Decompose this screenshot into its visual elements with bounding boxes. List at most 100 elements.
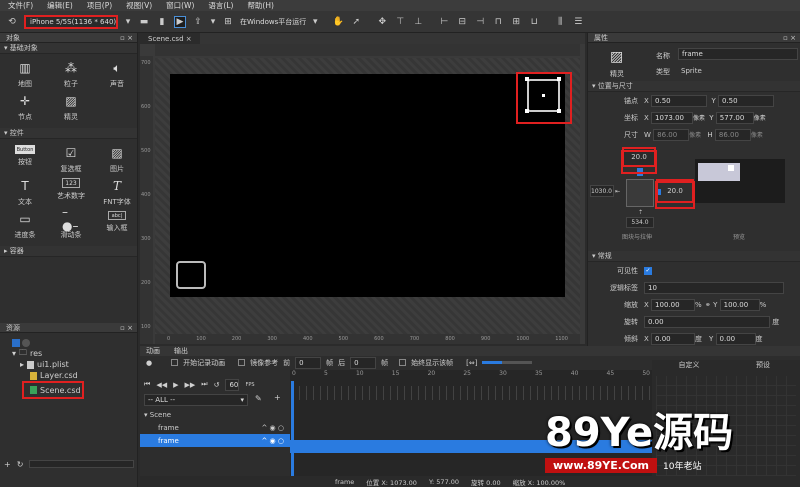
onion-checkbox[interactable] xyxy=(238,359,246,366)
align-center-icon[interactable]: ✥ xyxy=(376,16,388,28)
menu-file[interactable]: 文件(F) xyxy=(8,0,33,11)
control-fnt[interactable]: T FNT字体 xyxy=(96,178,138,207)
basic-objects-section[interactable]: ▾ 基础对象 xyxy=(0,43,137,54)
control-image[interactable]: ▨ 图片 xyxy=(96,145,138,174)
edit-icon[interactable]: ✎ xyxy=(255,394,262,403)
add-icon[interactable]: + xyxy=(274,393,281,402)
after-input[interactable]: 0 xyxy=(350,356,377,369)
size-h-input[interactable]: 86.00 xyxy=(714,128,751,141)
resize-handle[interactable] xyxy=(557,77,561,81)
controls-section[interactable]: ▾ 控件 xyxy=(0,128,137,139)
layer-row-scene[interactable]: ▾ Scene xyxy=(140,408,290,421)
link-icon[interactable]: ⚭ xyxy=(705,301,711,309)
resize-handle[interactable] xyxy=(557,109,561,113)
tree-item-layer[interactable]: Layer.csd xyxy=(12,370,137,381)
align-vbottom-icon[interactable]: ⊔ xyxy=(528,16,540,28)
tree-item-res[interactable]: ▾ 🗀︎ res xyxy=(12,348,137,359)
dropdown-arrow-icon[interactable]: ▾ xyxy=(124,16,132,28)
playhead[interactable] xyxy=(291,381,294,487)
tab-preset[interactable]: 预设 xyxy=(726,360,800,372)
layer-visibility-icon[interactable]: ^ ◉ ○ xyxy=(261,437,284,445)
next-frame-icon[interactable]: ▶▶ xyxy=(184,381,195,389)
object-sprite[interactable]: ▨ 精灵 xyxy=(50,93,92,122)
publish-dropdown-icon[interactable]: ▾ xyxy=(210,16,216,28)
size-unit[interactable]: 像素 xyxy=(751,130,763,139)
margin-bottom-input[interactable]: 534.0 xyxy=(626,217,654,228)
rotate-device-icon[interactable]: ⟲ xyxy=(6,16,18,28)
align-hcenter-icon[interactable]: ⊟ xyxy=(456,16,468,28)
control-artnum[interactable]: 123 艺术数字 xyxy=(50,178,92,207)
pointer-icon[interactable]: ➚ xyxy=(350,16,362,28)
control-slider[interactable]: –●– 滑动条 xyxy=(50,205,92,240)
tab-scene-csd[interactable]: Scene.csd × xyxy=(140,33,200,44)
pos-unit[interactable]: 像素 xyxy=(693,113,707,122)
pos-x-input[interactable]: 1073.00 xyxy=(651,111,694,124)
control-input[interactable]: abc| 输入框 xyxy=(96,211,138,240)
play-icon[interactable]: ▶ xyxy=(173,381,178,389)
object-sound[interactable]: 🔈︎ 声音 xyxy=(96,60,138,89)
name-input[interactable]: frame xyxy=(678,48,798,60)
size-unit[interactable]: 像素 xyxy=(689,130,705,139)
pin-bottom-icon[interactable]: ⇡ xyxy=(638,209,643,216)
control-progressbar[interactable]: ▭ 进度条 xyxy=(4,211,46,240)
tree-item-scene[interactable]: Scene.csd xyxy=(22,381,84,399)
before-input[interactable]: 0 xyxy=(295,356,322,369)
frame-sprite-selected[interactable] xyxy=(527,79,560,112)
rotate-input[interactable]: 0.00 xyxy=(644,315,770,328)
resize-handle[interactable] xyxy=(525,77,529,81)
object-map[interactable]: ▥ 地图 xyxy=(4,60,46,89)
tag-input[interactable]: 10 xyxy=(644,281,784,294)
panel-close-icon[interactable]: ▫ × xyxy=(783,34,796,42)
tab-custom[interactable]: 自定义 xyxy=(652,360,726,372)
hand-icon[interactable]: ✋ xyxy=(332,16,344,28)
prev-frame-icon[interactable]: ◀◀ xyxy=(156,381,167,389)
close-icon[interactable]: × xyxy=(186,35,192,43)
resource-search-input[interactable] xyxy=(29,460,134,468)
bracket-icon[interactable]: [⇔] xyxy=(466,359,477,367)
control-button[interactable]: Button 按钮 xyxy=(4,145,46,174)
distribute-h-icon[interactable]: ⫼ xyxy=(554,16,566,28)
refresh-icon[interactable]: ↻ xyxy=(17,460,24,469)
fps-input[interactable]: 60 xyxy=(225,378,240,391)
object-node[interactable]: ✛ 节点 xyxy=(4,93,46,122)
publish-icon[interactable]: ⇪ xyxy=(192,16,204,28)
anchor-point[interactable] xyxy=(542,94,545,97)
anchor-y-input[interactable]: 0.50 xyxy=(718,94,774,107)
scene-stage[interactable] xyxy=(170,74,565,297)
visible-checkbox[interactable]: ✓ xyxy=(644,266,652,275)
scale-y-input[interactable]: 100.00 xyxy=(719,298,760,311)
tab-animation[interactable]: 动画 xyxy=(146,346,160,356)
layer-row-frame-selected[interactable]: frame ^ ◉ ○ xyxy=(140,434,290,447)
resize-handle[interactable] xyxy=(525,109,529,113)
container-section[interactable]: ▸ 容器 xyxy=(0,246,137,257)
layer-row-frame[interactable]: frame ^ ◉ ○ xyxy=(140,421,290,434)
align-vtop-icon[interactable]: ⊓ xyxy=(492,16,504,28)
portrait-icon[interactable]: ▮ xyxy=(156,16,168,28)
tab-output[interactable]: 输出 xyxy=(174,346,188,356)
pos-unit[interactable]: 像素 xyxy=(754,113,766,122)
anchor-x-input[interactable]: 0.50 xyxy=(651,94,708,107)
first-frame-icon[interactable]: ⏮ xyxy=(144,380,150,389)
last-frame-icon[interactable]: ⏭ xyxy=(201,380,207,389)
skew-x-input[interactable]: 0.00 xyxy=(651,332,696,345)
layer-visibility-icon[interactable]: ^ ◉ ○ xyxy=(261,424,284,432)
run-dropdown-icon[interactable]: ▾ xyxy=(312,16,318,28)
device-select[interactable]: iPhone 5/5S(1136 * 640) xyxy=(24,14,118,29)
align-bottom-icon[interactable]: ⊥ xyxy=(412,16,424,28)
panel-close-icon[interactable]: ▫ × xyxy=(120,34,133,42)
always-checkbox[interactable] xyxy=(399,359,407,366)
margin-left-input[interactable]: 1030.0 xyxy=(590,185,614,197)
zoom-slider[interactable] xyxy=(482,361,533,364)
play-icon[interactable]: ▶ xyxy=(174,15,186,28)
menu-language[interactable]: 语言(L) xyxy=(208,0,233,11)
skew-y-input[interactable]: 0.00 xyxy=(715,332,756,345)
landscape-icon[interactable]: ▬ xyxy=(138,16,150,28)
size-w-input[interactable]: 86.00 xyxy=(653,128,690,141)
control-checkbox[interactable]: ☑ 复选框 xyxy=(50,145,92,174)
add-icon[interactable]: + xyxy=(4,460,11,469)
panel-close-icon[interactable]: ▫ × xyxy=(120,324,133,332)
layer-filter-select[interactable]: -- ALL -- ▾ xyxy=(144,394,248,406)
loop-icon[interactable]: ↺ xyxy=(214,381,220,389)
align-left-icon[interactable]: ⊢ xyxy=(438,16,450,28)
pin-left-icon[interactable]: ⇤ xyxy=(615,188,620,195)
